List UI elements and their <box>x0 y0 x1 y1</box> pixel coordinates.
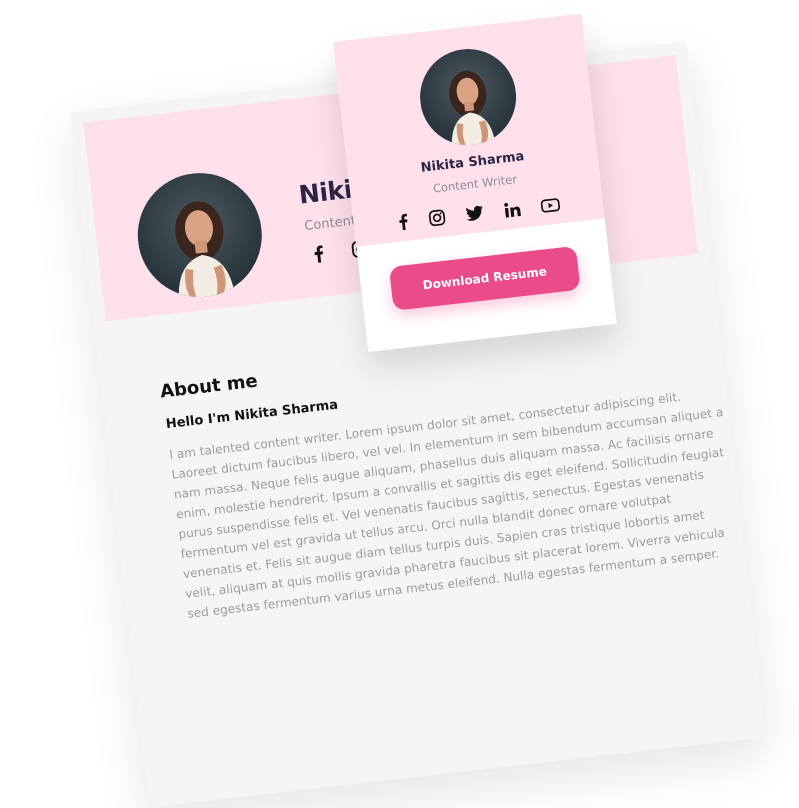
profile-summary-banner: Nikita Sharma Content Writer <box>333 13 605 247</box>
download-resume-button[interactable]: Download Resume <box>388 245 581 311</box>
about-greeting: Hello I'm Nikita Sharma <box>165 397 339 433</box>
youtube-icon[interactable] <box>540 197 560 213</box>
facebook-icon[interactable] <box>396 213 409 231</box>
linkedin-icon[interactable] <box>503 200 522 218</box>
avatar <box>131 166 269 304</box>
facebook-icon[interactable] <box>311 244 327 263</box>
instagram-icon[interactable] <box>427 208 446 227</box>
avatar <box>414 43 522 151</box>
twitter-icon[interactable] <box>464 205 485 223</box>
about-heading: About me <box>159 370 259 403</box>
profile-summary-card: Nikita Sharma Content Writer Download Re… <box>333 13 617 352</box>
